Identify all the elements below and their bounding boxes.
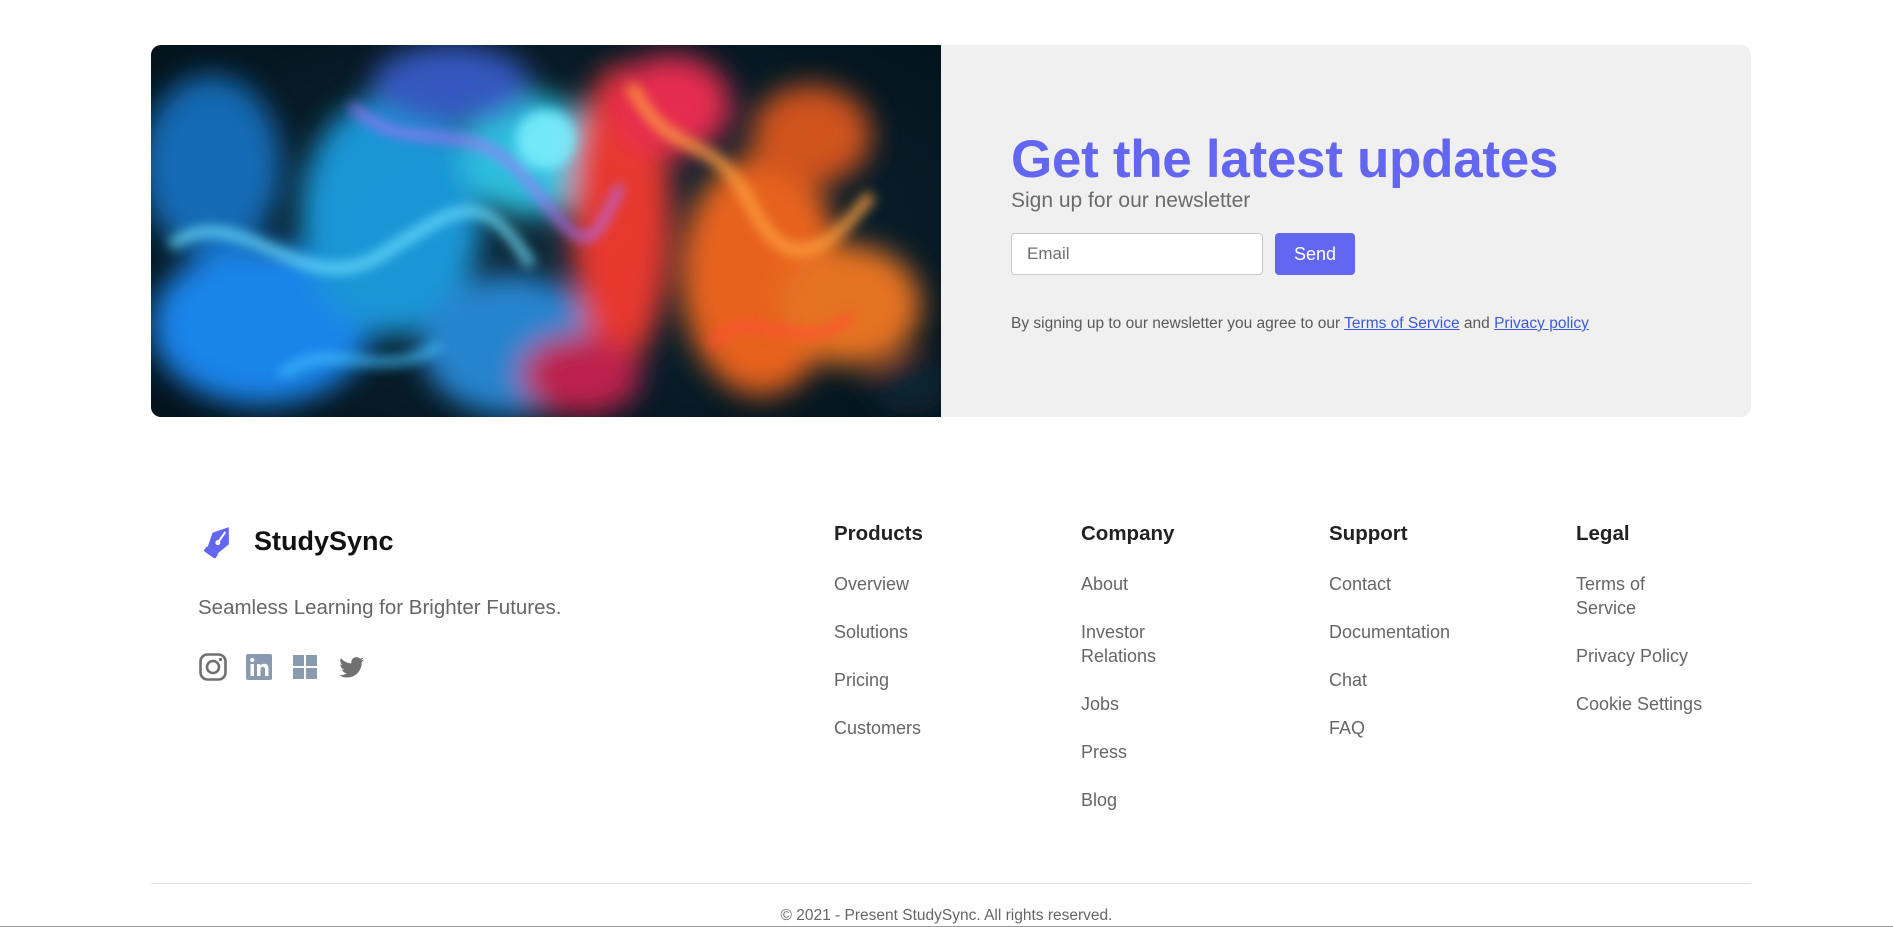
windows-icon[interactable] — [290, 652, 320, 682]
footer-link-blog[interactable]: Blog — [1081, 788, 1117, 812]
footer-column-company: Company About Investor Relations Jobs Pr… — [1081, 522, 1201, 836]
footer-link-press[interactable]: Press — [1081, 740, 1127, 764]
twitter-icon[interactable] — [336, 652, 366, 682]
newsletter-headline: Get the latest updates — [1011, 130, 1559, 189]
footer-column-legal: Legal Terms of Service Privacy Policy Co… — [1576, 522, 1726, 740]
terms-notice: By signing up to our newsletter you agre… — [1011, 315, 1589, 333]
footer-link-contact[interactable]: Contact — [1329, 572, 1391, 596]
footer-column-support: Support Contact Documentation Chat FAQ — [1329, 522, 1499, 764]
footer-link-terms-of-service[interactable]: Terms of Service — [1576, 572, 1686, 620]
email-input[interactable] — [1011, 233, 1263, 275]
linkedin-icon[interactable] — [244, 652, 274, 682]
footer-link-investor-relations[interactable]: Investor Relations — [1081, 620, 1181, 668]
footer-link-solutions[interactable]: Solutions — [834, 620, 908, 644]
instagram-icon[interactable] — [198, 652, 228, 682]
colorful-ink-smoke-image — [151, 45, 941, 417]
social-links — [198, 652, 366, 682]
privacy-policy-link[interactable]: Privacy policy — [1494, 315, 1589, 332]
footer-link-chat[interactable]: Chat — [1329, 668, 1367, 692]
footer-link-pricing[interactable]: Pricing — [834, 668, 889, 692]
column-title-support: Support — [1329, 522, 1408, 545]
copyright-text: © 2021 - Present StudySync. All rights r… — [780, 907, 1113, 924]
footer-divider — [151, 883, 1751, 884]
footer-column-products: Products Overview Solutions Pricing Cust… — [834, 522, 1004, 764]
terms-prefix: By signing up to our newsletter you agre… — [1011, 315, 1341, 332]
signup-form: Send — [1011, 233, 1355, 275]
support-links: Contact Documentation Chat FAQ — [1329, 572, 1499, 740]
newsletter-subheadline: Sign up for our newsletter — [1011, 189, 1251, 212]
newsletter-content: Get the latest updates Sign up for our n… — [941, 45, 1751, 417]
footer-link-customers[interactable]: Customers — [834, 716, 921, 740]
brand-tagline: Seamless Learning for Brighter Futures. — [198, 596, 562, 619]
footer-link-overview[interactable]: Overview — [834, 572, 909, 596]
pen-nib-icon — [204, 527, 229, 559]
legal-links: Terms of Service Privacy Policy Cookie S… — [1576, 572, 1726, 716]
footer-link-jobs[interactable]: Jobs — [1081, 692, 1119, 716]
terms-of-service-link[interactable]: Terms of Service — [1344, 315, 1459, 332]
products-links: Overview Solutions Pricing Customers — [834, 572, 1004, 740]
footer-link-documentation[interactable]: Documentation — [1329, 620, 1450, 644]
footer-link-about[interactable]: About — [1081, 572, 1128, 596]
column-title-legal: Legal — [1576, 522, 1630, 545]
brand[interactable]: StudySync — [198, 520, 394, 562]
footer-link-cookie-settings[interactable]: Cookie Settings — [1576, 692, 1702, 716]
column-title-company: Company — [1081, 522, 1175, 545]
newsletter-banner: Get the latest updates Sign up for our n… — [151, 45, 1751, 417]
footer-link-faq[interactable]: FAQ — [1329, 716, 1365, 740]
terms-and: and — [1463, 315, 1490, 332]
footer-link-privacy-policy[interactable]: Privacy Policy — [1576, 644, 1688, 668]
column-title-products: Products — [834, 522, 923, 545]
send-button[interactable]: Send — [1275, 233, 1355, 275]
company-links: About Investor Relations Jobs Press Blog — [1081, 572, 1201, 812]
brand-name: StudySync — [254, 525, 394, 556]
